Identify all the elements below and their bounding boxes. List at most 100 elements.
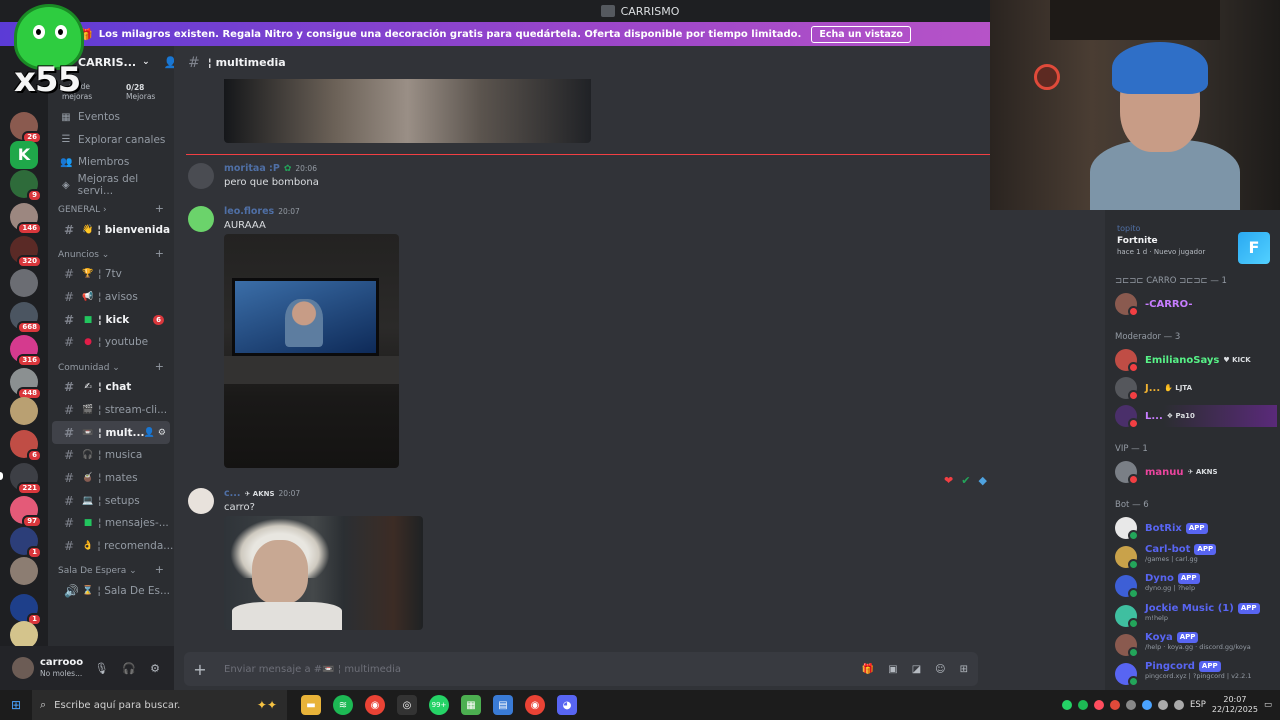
member-item[interactable]: Koya APP/help · koya.gg · discord.gg/koya [1115, 631, 1277, 658]
calendar-icon[interactable]: ▤ [493, 695, 513, 715]
message-author[interactable]: leo.flores [224, 206, 274, 217]
server-icon[interactable]: 448 [10, 368, 42, 400]
language-indicator[interactable]: ESP [1190, 700, 1206, 710]
windows-start-icon[interactable]: ⊞ [0, 698, 32, 712]
network-icon[interactable] [1157, 700, 1168, 710]
video-attachment[interactable] [224, 79, 591, 143]
server-icon[interactable]: 668 [10, 302, 42, 334]
member-item[interactable]: BotRix APP [1115, 517, 1277, 541]
channel-7tv[interactable]: # 🏆 ¦ 7tv [52, 263, 170, 286]
check-reaction-icon[interactable]: ✔ [961, 474, 970, 487]
server-icon[interactable] [10, 557, 38, 585]
nav-browse-channels[interactable]: ☰ Explorar canales [48, 129, 174, 152]
app-tray-icon[interactable] [1109, 700, 1120, 710]
server-icon[interactable]: 146 [10, 203, 42, 235]
server-icon[interactable]: 26 [10, 112, 42, 144]
file-explorer-icon[interactable]: ▬ [301, 695, 321, 715]
diamond-reaction-icon[interactable]: ◆ [978, 474, 986, 487]
nav-events[interactable]: ▦ Eventos [48, 106, 174, 129]
category-sala-espera[interactable]: Sala De Espera ⌄ + [48, 557, 174, 579]
volume-icon[interactable] [1173, 700, 1184, 710]
server-icon[interactable] [10, 621, 38, 649]
avatar[interactable] [188, 206, 214, 232]
nav-members[interactable]: 👥 Miembros [48, 151, 174, 174]
user-info[interactable]: carrooo No moles... [40, 657, 83, 679]
message-author[interactable]: c... [224, 488, 240, 499]
obs-icon[interactable]: ◎ [397, 695, 417, 715]
taskbar-search[interactable]: ⌕ Escribe aquí para buscar. ✦✦ [32, 690, 287, 720]
voice-channel-sala-espera[interactable]: 🔊 ⌛ ¦ Sala De Es... [52, 579, 170, 602]
member-item[interactable]: Dyno APP dyno.gg | ?help [1115, 572, 1277, 599]
message-author[interactable]: moritaa :P [224, 163, 280, 174]
gif-icon[interactable]: ▣ [888, 664, 897, 675]
discord-icon[interactable]: ◕ [557, 695, 577, 715]
image-attachment[interactable] [224, 234, 399, 468]
add-channel-icon[interactable]: + [155, 563, 164, 576]
member-item[interactable]: manuu ✈ AKNS [1115, 461, 1277, 485]
message-composer[interactable]: + Enviar mensaje a #📼 ¦ multimedia 🎁 ▣ ◪… [184, 652, 978, 686]
heart-reaction-icon[interactable]: ❤ [944, 474, 953, 487]
member-item[interactable]: Pingcord APP pingcord.xyz | ?pingcord | v2… [1115, 660, 1277, 687]
server-icon[interactable]: 320 [10, 236, 42, 268]
server-icon[interactable]: 1 [10, 527, 42, 559]
chrome-icon[interactable]: ◉ [365, 695, 385, 715]
banner-cta-button[interactable]: Echa un vistazo [811, 25, 911, 43]
app-tray-icon[interactable] [1125, 700, 1136, 710]
category-anuncios[interactable]: Anuncios ⌄ + [48, 241, 174, 263]
server-icon[interactable]: 1 [10, 594, 42, 626]
member-item[interactable]: Carl-bot APP/games | carl.gg [1115, 543, 1277, 570]
image-attachment[interactable] [224, 516, 423, 630]
add-channel-icon[interactable]: + [155, 202, 164, 215]
channel-mates[interactable]: # 🧉 ¦ mates [52, 467, 170, 490]
notification-center-icon[interactable]: ▭ [1264, 700, 1272, 710]
category-comunidad[interactable]: Comunidad ⌄ + [48, 354, 174, 376]
add-channel-icon[interactable]: + [155, 360, 164, 373]
server-icon[interactable] [10, 397, 38, 425]
member-item[interactable]: EmilianoSays ♥ KICK [1115, 349, 1277, 373]
gear-icon[interactable]: ⚙ [150, 662, 160, 675]
activity-card[interactable]: topito Fortnite hace 1 d · Nuevo jugador… [1105, 218, 1280, 264]
member-item[interactable]: J... ✋ LJTA [1115, 377, 1277, 401]
minecraft-icon[interactable]: ▦ [461, 695, 481, 715]
category-general[interactable]: GENERAL › + [48, 196, 174, 218]
app-tray-icon[interactable] [1093, 700, 1104, 710]
member-item[interactable]: Jockie Music (1) APP m!help [1115, 602, 1277, 629]
headphones-icon[interactable]: 🎧 [122, 662, 136, 675]
microphone-icon[interactable]: 🎙 [94, 662, 108, 675]
channel-stream-clips[interactable]: # 🎬 ¦ stream-cli... [52, 399, 170, 422]
app-tray-icon[interactable] [1141, 700, 1152, 710]
add-attachment-icon[interactable]: + [184, 660, 216, 679]
member-item[interactable]: L... ❖ Pa10 [1115, 405, 1277, 429]
spotify-icon[interactable]: ≋ [333, 695, 353, 715]
sticker-icon[interactable]: ◪ [912, 664, 921, 675]
chrome-icon[interactable]: ◉ [525, 695, 545, 715]
server-icon[interactable]: 221 [10, 463, 42, 495]
channel-mensajes[interactable]: # ■ ¦ mensajes-... [52, 512, 170, 535]
channel-settings-icons[interactable]: 👤 ⚙ [144, 428, 166, 438]
invite-user-icon[interactable]: 👤 [164, 56, 174, 69]
channel-avisos[interactable]: # 📢 ¦ avisos [52, 286, 170, 309]
avatar[interactable] [188, 488, 214, 514]
server-icon[interactable]: 97 [10, 496, 42, 528]
kick-server-icon[interactable]: K [10, 141, 38, 169]
emoji-icon[interactable]: ☺ [935, 664, 945, 675]
avatar[interactable] [12, 657, 34, 679]
avatar[interactable] [188, 163, 214, 189]
channel-recomendaciones[interactable]: # 👌 ¦ recomenda... [52, 535, 173, 558]
channel-multimedia[interactable]: # 📼 ¦ mult... 👤 ⚙ [52, 421, 170, 444]
server-icon[interactable]: 316 [10, 335, 42, 367]
nav-server-boosts[interactable]: ◈ Mejoras del servi... [48, 173, 174, 197]
channel-musica[interactable]: # 🎧 ¦ musica [52, 444, 170, 467]
member-item[interactable]: -CARRO- [1115, 293, 1277, 317]
channel-kick[interactable]: # ■ ¦ kick 6 [52, 308, 170, 331]
channel-setups[interactable]: # 💻 ¦ setups [52, 489, 170, 512]
gift-icon[interactable]: 🎁 [862, 664, 874, 675]
taskbar-clock[interactable]: 20:07 22/12/2025 [1212, 695, 1258, 715]
server-icon[interactable]: 9 [10, 170, 42, 202]
server-icon[interactable] [10, 269, 38, 297]
whatsapp-tray-icon[interactable] [1061, 700, 1072, 710]
server-icon[interactable]: 6 [10, 430, 42, 462]
spotify-tray-icon[interactable] [1077, 700, 1088, 710]
channel-bienvenida[interactable]: # 👋 ¦ bienvenida [52, 218, 170, 241]
whatsapp-icon[interactable]: 99+ [429, 695, 449, 715]
